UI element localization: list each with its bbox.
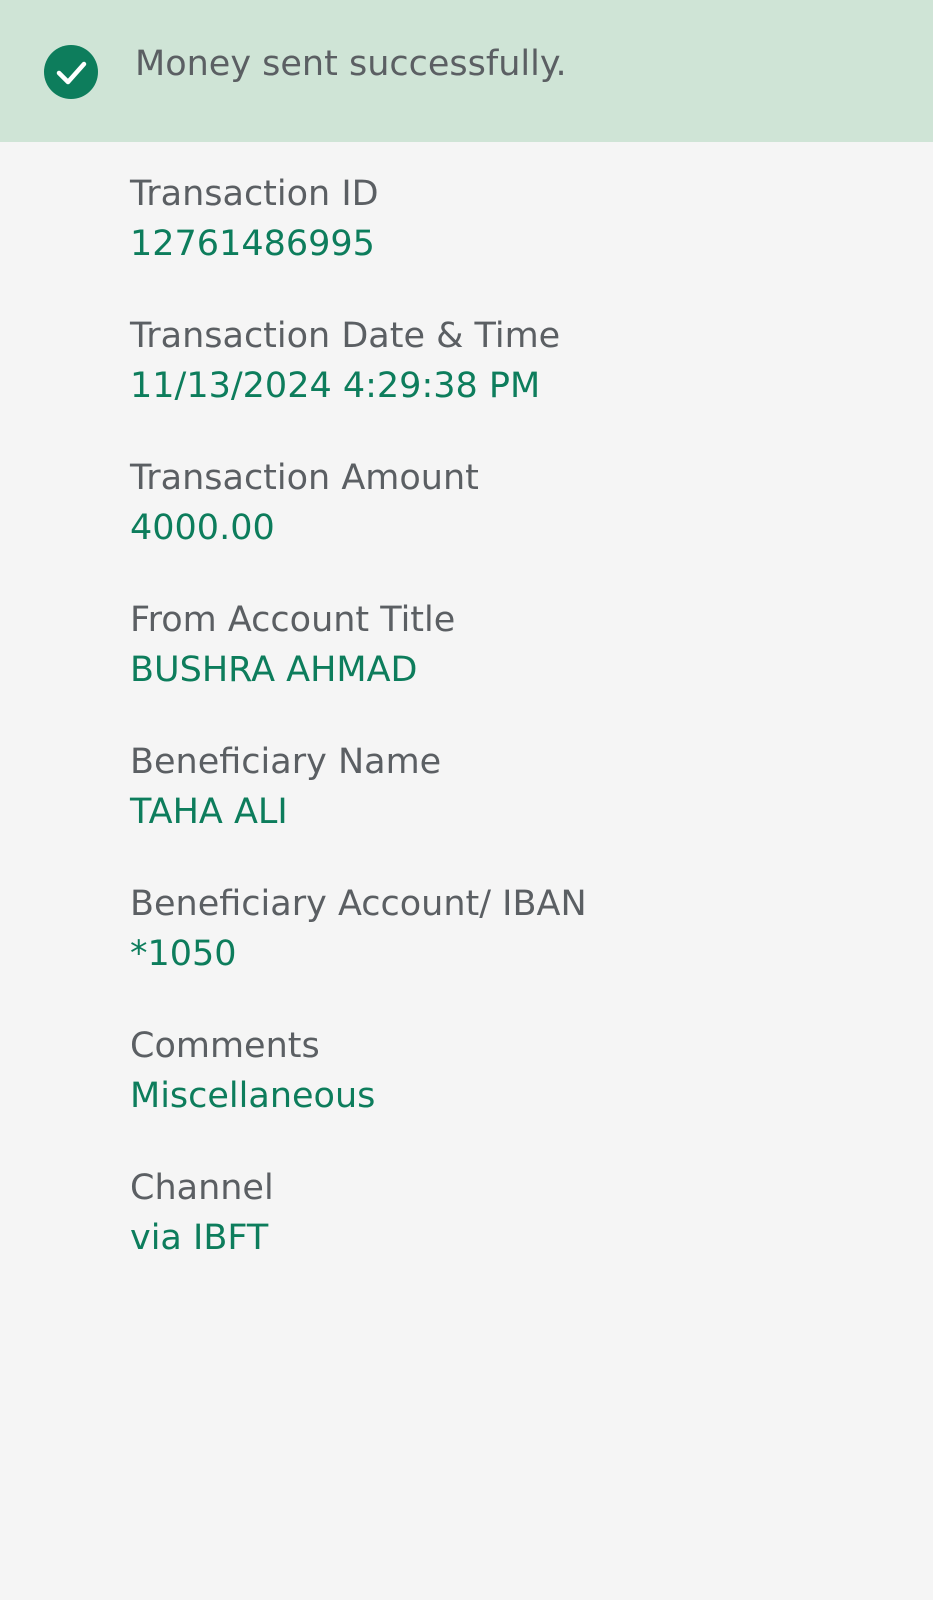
detail-row-beneficiary-account: Beneficiary Account/ IBAN *1050 — [130, 880, 910, 1022]
transaction-details: Transaction ID 12761486995 Transaction D… — [130, 170, 910, 1306]
detail-label: Transaction ID — [130, 174, 379, 214]
success-banner: Money sent successfully. — [0, 0, 933, 142]
detail-row-transaction-datetime: Transaction Date & Time 11/13/2024 4:29:… — [130, 312, 910, 454]
detail-value: 12761486995 — [130, 224, 375, 264]
detail-row-channel: Channel via IBFT — [130, 1164, 910, 1306]
success-message: Money sent successfully. — [135, 44, 567, 84]
detail-label: Comments — [130, 1026, 320, 1066]
detail-row-beneficiary-name: Beneficiary Name TAHA ALI — [130, 738, 910, 880]
detail-label: Channel — [130, 1168, 274, 1208]
detail-label: From Account Title — [130, 600, 456, 640]
detail-row-transaction-amount: Transaction Amount 4000.00 — [130, 454, 910, 596]
detail-row-from-account-title: From Account Title BUSHRA AHMAD — [130, 596, 910, 738]
detail-value: Miscellaneous — [130, 1076, 376, 1116]
detail-row-comments: Comments Miscellaneous — [130, 1022, 910, 1164]
detail-value: 11/13/2024 4:29:38 PM — [130, 366, 541, 406]
check-circle-icon — [44, 45, 98, 99]
detail-value: BUSHRA AHMAD — [130, 650, 418, 690]
detail-label: Transaction Date & Time — [130, 316, 561, 356]
detail-value: via IBFT — [130, 1218, 269, 1258]
detail-label: Transaction Amount — [130, 458, 479, 498]
detail-value: 4000.00 — [130, 508, 275, 548]
detail-value: TAHA ALI — [130, 792, 288, 832]
detail-label: Beneficiary Name — [130, 742, 442, 782]
detail-row-transaction-id: Transaction ID 12761486995 — [130, 170, 910, 312]
detail-label: Beneficiary Account/ IBAN — [130, 884, 587, 924]
detail-value: *1050 — [130, 934, 237, 974]
